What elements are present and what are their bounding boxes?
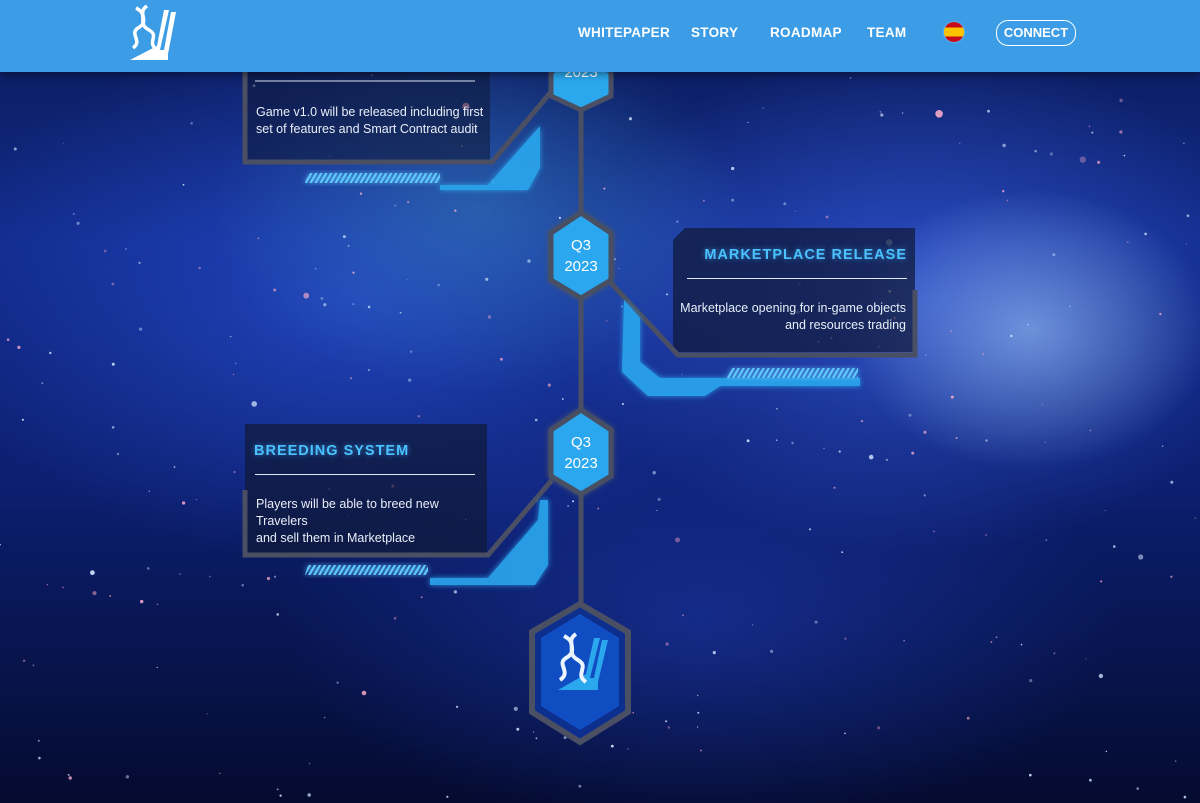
breeding-desc-line: Players will be able to breed new Travel… <box>256 497 439 528</box>
nav-link-team[interactable]: TEAM <box>867 25 906 40</box>
spain-flag-icon[interactable] <box>944 22 964 42</box>
dna-logo-icon[interactable] <box>126 4 176 62</box>
marketplace-card-divider <box>687 278 907 279</box>
breeding-quarter-label: Q3 2023 <box>551 432 611 474</box>
partial-card-description: Game v1.0 will be released including fir… <box>256 104 486 138</box>
breeding-desc-line: and sell them in Marketplace <box>256 531 416 545</box>
breeding-year: 2023 <box>564 455 598 472</box>
marketplace-quarter-label: Q3 2023 <box>551 235 611 277</box>
marketplace-card-description: Marketplace opening for in-game objects … <box>680 300 906 334</box>
roadmap-timeline <box>242 48 918 746</box>
marketplace-card-title: MARKETPLACE RELEASE <box>704 247 907 263</box>
marketplace-year: 2023 <box>564 258 598 275</box>
connect-button[interactable]: CONNECT <box>996 20 1076 46</box>
partial-desc-line: Game v1.0 will be released including fir… <box>256 105 484 119</box>
marketplace-quarter: Q3 <box>570 237 591 254</box>
nav-link-story[interactable]: STORY <box>691 25 738 40</box>
breeding-card-divider <box>255 474 475 475</box>
breeding-card-description: Players will be able to breed new Travel… <box>256 496 488 547</box>
breeding-quarter: Q3 <box>570 434 591 451</box>
marketplace-desc-line: and resources trading <box>785 318 906 332</box>
nav-link-whitepaper[interactable]: WHITEPAPER <box>578 25 670 40</box>
top-navbar: WHITEPAPER STORY ROADMAP TEAM CONNECT <box>0 0 1200 72</box>
breeding-card-title: BREEDING SYSTEM <box>254 443 410 459</box>
marketplace-desc-line: Marketplace opening for in-game objects <box>680 301 906 315</box>
partial-desc-line: set of features and Smart Contract audit <box>256 122 478 136</box>
nav-link-roadmap[interactable]: ROADMAP <box>770 25 842 40</box>
